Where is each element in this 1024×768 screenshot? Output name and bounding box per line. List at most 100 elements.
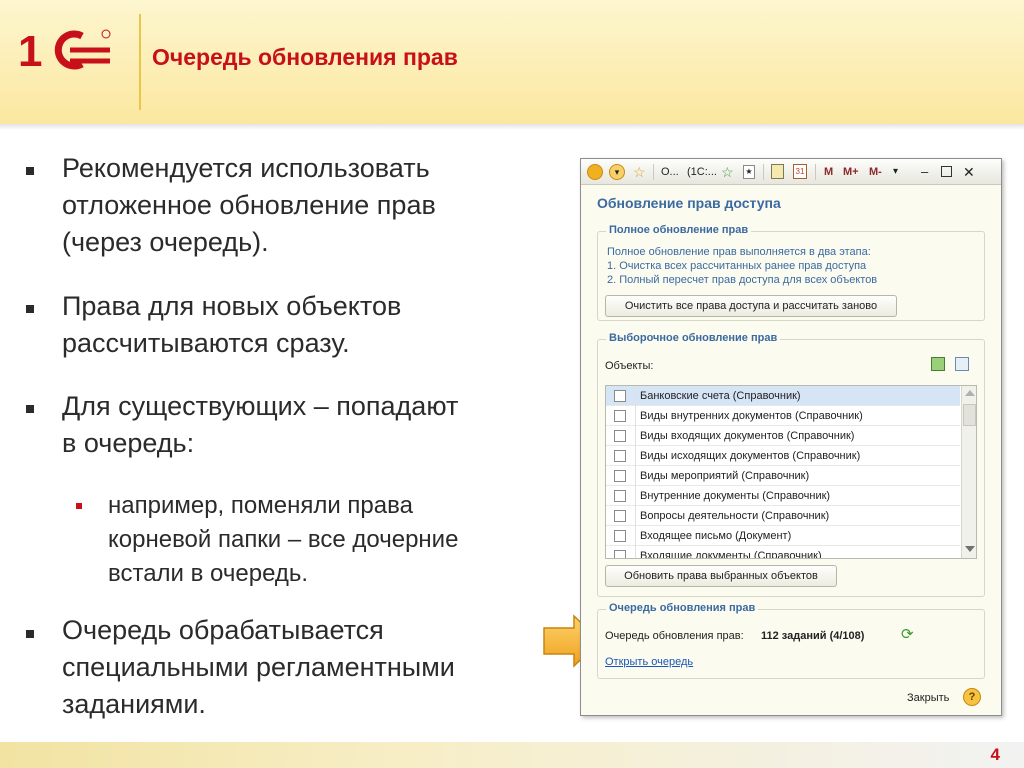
sub-bullet-line-1: например, поменяли права <box>108 492 413 519</box>
item-checkbox[interactable] <box>614 490 626 502</box>
queue-group: Очередь обновления прав <box>597 602 985 679</box>
item-checkbox[interactable] <box>614 510 626 522</box>
slide-header: 1 Очередь обновления прав <box>0 0 1024 124</box>
item-checkbox[interactable] <box>614 550 626 558</box>
uncheck-all-icon[interactable] <box>955 357 969 371</box>
bullet-marker <box>26 167 34 175</box>
open-queue-link[interactable]: Открыть очередь <box>605 656 693 668</box>
item-label: Входящее письмо (Документ) <box>640 530 792 542</box>
update-selected-button[interactable]: Обновить права выбранных объектов <box>605 565 837 587</box>
header-shadow <box>0 124 1024 130</box>
bullet-1: Рекомендуется использовать отложенное об… <box>62 150 532 261</box>
close-button[interactable]: Закрыть <box>907 692 949 704</box>
selective-update-label: Выборочное обновление прав <box>606 332 781 344</box>
objects-list[interactable]: Банковские счета (Справочник) Виды внутр… <box>605 385 977 559</box>
favorites-star-icon[interactable]: ☆ <box>633 164 646 180</box>
column-separator <box>635 386 636 406</box>
toolbar-more-icon[interactable]: ▾ <box>893 164 898 180</box>
item-checkbox[interactable] <box>614 430 626 442</box>
memory-minus-button[interactable]: M- <box>869 164 882 180</box>
bullet-2-line-2: рассчитываются сразу. <box>62 328 350 358</box>
list-item[interactable]: Внутренние документы (Справочник) <box>606 486 960 506</box>
column-separator <box>635 466 636 486</box>
sub-bullet-line-2: корневой папки – все дочерние <box>108 526 459 553</box>
column-separator <box>635 486 636 506</box>
maximize-icon[interactable] <box>941 166 952 177</box>
header-separator <box>139 14 141 110</box>
toolbar-separator <box>815 164 816 180</box>
close-window-icon[interactable]: ✕ <box>963 164 975 180</box>
column-separator <box>635 426 636 446</box>
item-label: Банковские счета (Справочник) <box>640 390 801 402</box>
slide-footer: 4 <box>0 742 1024 768</box>
bullet-4: Очередь обрабатывается специальными регл… <box>62 612 532 723</box>
item-checkbox[interactable] <box>614 410 626 422</box>
bullet-1-line-1: Рекомендуется использовать <box>62 153 430 183</box>
item-checkbox[interactable] <box>614 390 626 402</box>
svg-text:1: 1 <box>18 28 42 72</box>
item-label: Виды входящих документов (Справочник) <box>640 430 855 442</box>
window-titlebar: ▾ ☆ О... (1С:... ☆ ★ 31 M M+ M- ▾ – ✕ <box>581 159 1001 185</box>
column-separator <box>635 406 636 426</box>
column-separator <box>635 446 636 466</box>
full-update-info-3: 2. Полный пересчет прав доступа для всех… <box>607 274 878 286</box>
list-item[interactable]: Виды мероприятий (Справочник) <box>606 466 960 486</box>
help-icon[interactable]: ? <box>963 688 981 706</box>
column-separator <box>635 506 636 526</box>
toolbar-separator <box>653 164 654 180</box>
calendar-icon[interactable]: 31 <box>793 164 807 179</box>
sub-bullet-line-3: встали в очередь. <box>108 560 309 587</box>
document-star-icon[interactable]: ★ <box>743 165 755 179</box>
bullet-3: Для существующих – попадают в очередь: <box>62 388 532 462</box>
window-title: Обновление прав доступа <box>597 195 781 211</box>
minimize-icon[interactable]: – <box>921 164 928 180</box>
bullet-3-line-2: в очередь: <box>62 428 195 458</box>
slide-title: Очередь обновления прав <box>152 44 458 70</box>
page-number: 4 <box>990 745 1000 764</box>
bullet-3-line-1: Для существующих – попадают <box>62 391 459 421</box>
item-checkbox[interactable] <box>614 450 626 462</box>
calculator-icon[interactable] <box>771 164 784 179</box>
list-item[interactable]: Входящие документы (Справочник) <box>606 546 960 558</box>
clear-and-recalculate-button[interactable]: Очистить все права доступа и рассчитать … <box>605 295 897 317</box>
item-label: Внутренние документы (Справочник) <box>640 490 831 502</box>
bullet-4-line-3: заданиями. <box>62 689 206 719</box>
list-item[interactable]: Банковские счета (Справочник) <box>606 386 960 406</box>
check-all-icon[interactable] <box>931 357 945 371</box>
tab-1c[interactable]: (1С:... <box>687 164 717 180</box>
refresh-icon[interactable]: ⟳ <box>901 625 914 643</box>
objects-label: Объекты: <box>605 360 654 372</box>
item-checkbox[interactable] <box>614 470 626 482</box>
bullet-2-line-1: Права для новых объектов <box>62 291 402 321</box>
list-item[interactable]: Входящее письмо (Документ) <box>606 526 960 546</box>
1c-logo: 1 <box>18 28 111 72</box>
add-favorite-icon[interactable]: ☆ <box>721 164 734 180</box>
list-item[interactable]: Виды внутренних документов (Справочник) <box>606 406 960 426</box>
bullet-2: Права для новых объектов рассчитываются … <box>62 288 532 362</box>
list-item[interactable]: Вопросы деятельности (Справочник) <box>606 506 960 526</box>
sub-bullet-marker <box>76 503 82 509</box>
queue-group-label: Очередь обновления прав <box>606 602 759 614</box>
item-label: Вопросы деятельности (Справочник) <box>640 510 830 522</box>
bullet-marker <box>26 405 34 413</box>
scroll-up-icon[interactable] <box>965 390 975 396</box>
scroll-thumb[interactable] <box>963 404 976 426</box>
toolbar-separator <box>763 164 764 180</box>
item-label: Виды исходящих документов (Справочник) <box>640 450 861 462</box>
tab-short[interactable]: О... <box>661 164 679 180</box>
list-scrollbar[interactable] <box>961 386 976 558</box>
app-logo-icon[interactable] <box>587 164 603 180</box>
list-item[interactable]: Виды входящих документов (Справочник) <box>606 426 960 446</box>
list-item[interactable]: Виды исходящих документов (Справочник) <box>606 446 960 466</box>
bullet-1-line-2: отложенное обновление прав <box>62 190 436 220</box>
item-checkbox[interactable] <box>614 530 626 542</box>
bullet-1-line-3: (через очередь). <box>62 227 269 257</box>
scroll-down-icon[interactable] <box>965 546 975 552</box>
bullet-marker <box>26 630 34 638</box>
memory-plus-button[interactable]: M+ <box>843 164 859 180</box>
column-separator <box>635 546 636 558</box>
menu-dropdown-icon[interactable]: ▾ <box>609 164 625 180</box>
item-label: Виды мероприятий (Справочник) <box>640 470 810 482</box>
memory-button[interactable]: M <box>824 164 833 180</box>
bullet-marker <box>26 305 34 313</box>
